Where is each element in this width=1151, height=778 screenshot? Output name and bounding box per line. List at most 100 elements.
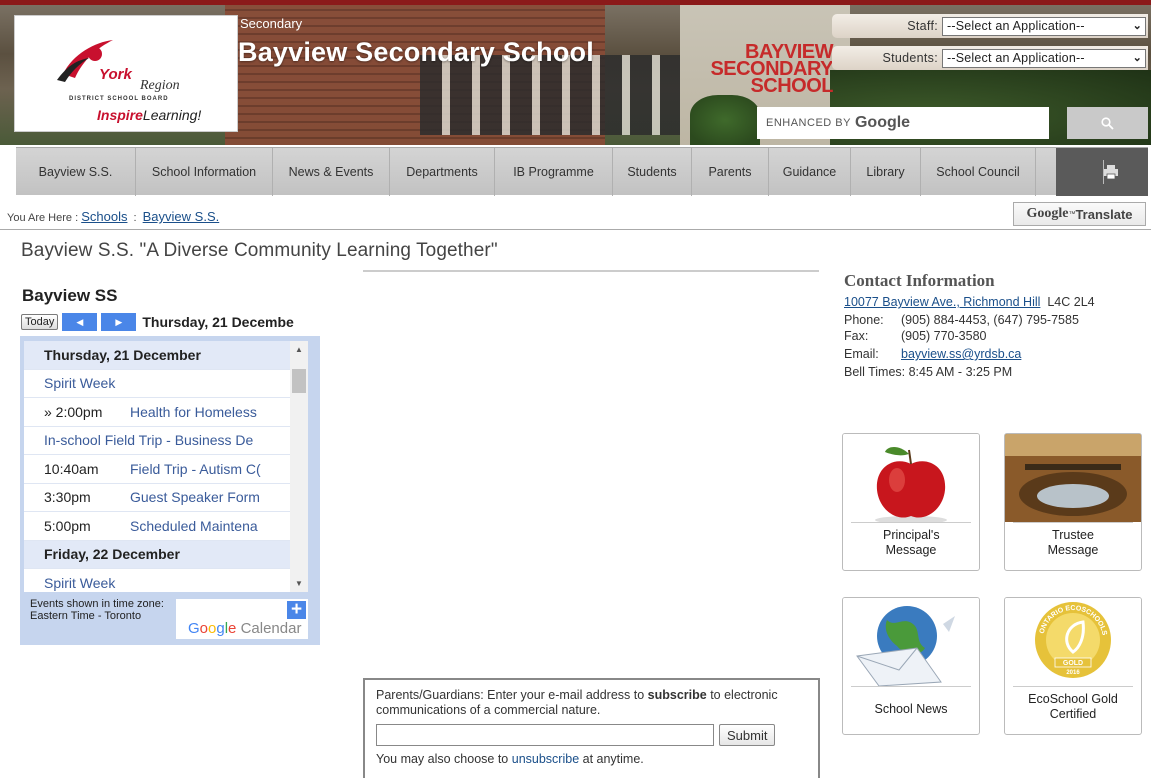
- bell-times: Bell Times: 8:45 AM - 3:25 PM: [844, 365, 1013, 379]
- nav-item-school-council[interactable]: School Council: [921, 148, 1036, 196]
- agenda-event-time: » 2:00pm: [44, 403, 103, 420]
- calendar-nav: Today ◀ ▶ Thursday, 21 Decembe: [21, 313, 317, 331]
- agenda-event[interactable]: 3:30pm Guest Speaker Form: [24, 484, 290, 512]
- contact-info: Contact Information 10077 Bayview Ave., …: [844, 271, 1149, 379]
- breadcrumb-link-schools[interactable]: Schools: [81, 209, 127, 224]
- nav-item-bayview[interactable]: Bayview S.S.: [16, 148, 136, 196]
- breadcrumb-prefix: You Are Here :: [7, 212, 79, 224]
- contact-phone-row: Phone: (905) 884-4453, (647) 795-7585: [844, 313, 1149, 327]
- students-app-row: Students: --Select an Application-- ⌄: [832, 46, 1148, 70]
- principals-message-tile[interactable]: Principal's Message: [842, 433, 980, 571]
- agenda-event[interactable]: In-school Field Trip - Business De: [24, 427, 290, 455]
- tile-divider: [851, 686, 971, 687]
- nav-item-guidance[interactable]: Guidance: [769, 148, 851, 196]
- agenda-event[interactable]: 10:40am Field Trip - Autism C(: [24, 455, 290, 484]
- logo-inspire-text: InspireLearning!: [97, 107, 201, 123]
- subscribe-box: Parents/Guardians: Enter your e-mail add…: [363, 678, 820, 778]
- agenda-event-title: Health for Homeless: [130, 403, 257, 420]
- nav-item-parents[interactable]: Parents: [692, 148, 769, 196]
- scroll-down-icon[interactable]: ▼: [295, 579, 303, 588]
- email-link[interactable]: bayview.ss@yrdsb.ca: [901, 347, 1021, 361]
- nav-item-ib-programme[interactable]: IB Programme: [495, 148, 613, 196]
- breadcrumb-separator: :: [133, 212, 137, 224]
- agenda-event-title: Field Trip - Autism C(: [130, 460, 261, 477]
- page-title[interactable]: Bayview Secondary School: [238, 37, 594, 68]
- agenda-event-title: Scheduled Maintena: [130, 517, 258, 534]
- school-news-tile[interactable]: School News: [842, 597, 980, 735]
- nav-item-news-events[interactable]: News & Events: [273, 148, 390, 196]
- google-calendar-logo[interactable]: Google Calendar: [188, 620, 301, 637]
- tile-caption: EcoSchool Gold Certified: [1028, 692, 1118, 721]
- staff-app-select[interactable]: --Select an Application-- ⌄: [942, 16, 1146, 36]
- agenda-event-title: Guest Speaker Form: [130, 489, 260, 506]
- breadcrumb-trail: You Are Here : Schools : Bayview S.S.: [7, 209, 219, 224]
- logo-inspire-rest: Learning!: [142, 107, 202, 123]
- logo-region-text: Region: [140, 78, 180, 93]
- search-input[interactable]: ENHANCED BY Google: [757, 107, 1049, 139]
- agenda-event[interactable]: 5:00pm Scheduled Maintena: [24, 512, 290, 541]
- tile-divider: [1013, 686, 1133, 687]
- add-to-google-calendar-button[interactable]: +: [287, 600, 306, 619]
- nav-item-departments[interactable]: Departments: [390, 148, 495, 196]
- students-label: Students:: [882, 51, 938, 65]
- logo-york-text: York: [99, 66, 132, 83]
- site-header: BAYVIEW SECONDARY SCHOOL York Region DIS…: [0, 0, 1151, 145]
- globe-envelope-icon: [843, 598, 979, 686]
- students-app-select[interactable]: --Select an Application-- ⌄: [942, 48, 1146, 68]
- postal-code: L4C 2L4: [1047, 295, 1095, 309]
- subscribe-text-bold: subscribe: [647, 688, 707, 702]
- nav-item-library[interactable]: Library: [851, 148, 921, 196]
- staff-select-value: --Select an Application--: [947, 19, 1085, 33]
- subscribe-text-before: Parents/Guardians: Enter your e-mail add…: [376, 688, 648, 702]
- scrollbar-thumb[interactable]: [292, 369, 306, 393]
- calendar-next-button[interactable]: ▶: [101, 313, 137, 331]
- unsubscribe-text: You may also choose to unsubscribe at an…: [376, 752, 807, 767]
- ecoschools-gold-badge-icon: ONTARIO ECOSCHOOLS GOLD 2016: [1005, 598, 1141, 686]
- print-separator: [1103, 160, 1104, 184]
- agenda-scrollbar[interactable]: ▲ ▼: [290, 341, 308, 592]
- chevron-down-icon: ⌄: [1132, 51, 1142, 64]
- search-button[interactable]: [1067, 107, 1148, 139]
- agenda-event[interactable]: Spirit Week: [24, 569, 290, 592]
- translate-google-label: Google: [1026, 206, 1069, 221]
- yrdsb-logo[interactable]: York Region DISTRICT SCHOOL BOARD Inspir…: [14, 15, 238, 132]
- agenda-day-header: Friday, 22 December: [24, 540, 290, 569]
- fax-value: (905) 770-3580: [901, 329, 987, 343]
- main-nav: Bayview S.S. School Information News & E…: [16, 147, 1148, 196]
- building-sign-line: SCHOOL: [750, 75, 833, 97]
- translate-tm: ™: [1068, 210, 1076, 218]
- agenda-event[interactable]: » 2:00pm Health for Homeless: [24, 398, 290, 427]
- print-button[interactable]: [1056, 148, 1148, 196]
- address-link[interactable]: 10077 Bayview Ave., Richmond Hill: [844, 295, 1040, 309]
- search-enhanced-label: ENHANCED BY: [766, 117, 851, 129]
- tile-caption: Trustee Message: [1047, 528, 1099, 557]
- school-tagline: Bayview S.S. "A Diverse Community Learni…: [21, 240, 498, 261]
- phone-value: (905) 884-4453, (647) 795-7585: [901, 313, 1079, 327]
- breadcrumb-link-bayview[interactable]: Bayview S.S.: [143, 209, 220, 224]
- search-google-label: Google: [854, 114, 911, 131]
- logo-inspire-bold: Inspire: [97, 107, 143, 123]
- calendar-agenda: Thursday, 21 December Spirit Week » 2:00…: [24, 341, 290, 592]
- google-translate-button[interactable]: Google ™ Translate: [1013, 202, 1146, 226]
- eco-gold-text: GOLD: [1063, 660, 1083, 667]
- nav-item-students[interactable]: Students: [613, 148, 692, 196]
- translate-label: Translate: [1075, 206, 1133, 222]
- header-photo-bush: [690, 95, 760, 145]
- email-field[interactable]: [376, 724, 714, 746]
- agenda-event[interactable]: Spirit Week: [24, 370, 290, 398]
- unsubscribe-link[interactable]: unsubscribe: [512, 752, 579, 766]
- phone-label: Phone:: [844, 313, 884, 327]
- calendar-prev-button[interactable]: ◀: [62, 313, 98, 331]
- submit-button[interactable]: Submit: [719, 724, 776, 746]
- fax-label: Fax:: [844, 329, 869, 343]
- contact-email-row: Email: bayview.ss@yrdsb.ca: [844, 347, 1149, 361]
- trustee-message-tile[interactable]: Trustee Message: [1004, 433, 1142, 571]
- tile-caption: Principal's Message: [883, 528, 940, 557]
- calendar-today-button[interactable]: Today: [21, 314, 59, 330]
- nav-item-school-information[interactable]: School Information: [136, 148, 273, 196]
- ecoschool-tile[interactable]: ONTARIO ECOSCHOOLS GOLD 2016 EcoSchool G…: [1004, 597, 1142, 735]
- contact-fax-row: Fax: (905) 770-3580: [844, 329, 1149, 343]
- scroll-up-icon[interactable]: ▲: [295, 345, 303, 354]
- gcal-google-wordmark: Google: [188, 620, 241, 637]
- logo-board-text: DISTRICT SCHOOL BOARD: [69, 96, 169, 102]
